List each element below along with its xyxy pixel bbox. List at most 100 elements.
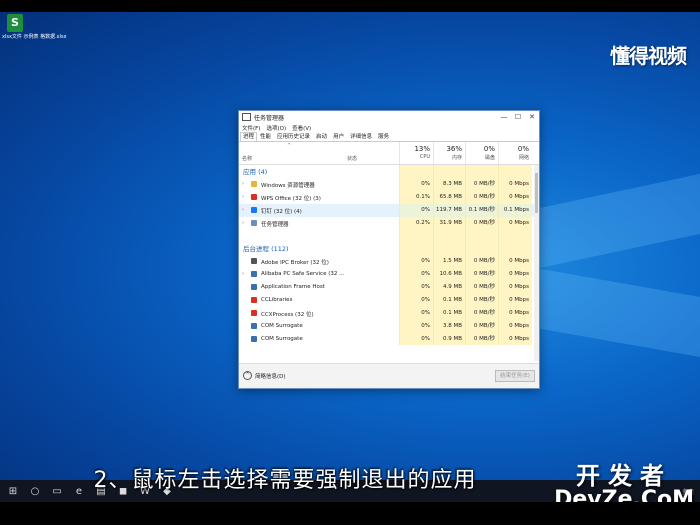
process-disk: 0.1 MB/秒 (465, 203, 498, 217)
process-net: 0 Mbps (498, 190, 532, 204)
maximize-button[interactable]: ☐ (511, 113, 525, 121)
process-mem: 1.5 MB (433, 255, 465, 269)
group-cell-bg (399, 242, 433, 256)
process-row[interactable]: › WPS Office (32 位) (3) 0.1% 65.8 MB 0 MB/秒 0… (239, 190, 539, 204)
process-name: Windows 资源管理器 (261, 182, 315, 189)
process-mem: 31.9 MB (433, 216, 465, 230)
tab-services[interactable]: 服务 (375, 132, 392, 141)
process-cpu: 0.2% (399, 216, 433, 230)
process-cpu: 0% (399, 332, 433, 346)
column-disk[interactable]: 0% 磁盘 (465, 142, 498, 164)
process-disk: 0 MB/秒 (465, 216, 498, 230)
process-list: 应用 (4) › Windows 资源管理器 0% 8.3 MB 0 MB/秒 0 Mbps… (239, 165, 539, 361)
watermark-line1: 开发者 (576, 462, 673, 490)
process-icon (251, 180, 257, 187)
chevron-up-icon: ^ (243, 371, 252, 380)
process-net: 0 Mbps (498, 281, 532, 294)
expand-chevron-icon[interactable]: › (242, 181, 244, 187)
tab-startup[interactable]: 启动 (313, 132, 330, 141)
process-row[interactable]: COM Surrogate 0% 3.8 MB 0 MB/秒 0 Mbps (239, 319, 539, 333)
process-cpu: 0% (399, 319, 433, 333)
column-network[interactable]: 0% 网络 (498, 142, 532, 164)
desktop-file-icon[interactable]: S xlsx文件 示例表 格数据.xlsx (2, 14, 67, 40)
process-name: Adobe IPC Broker (32 位) (261, 260, 329, 267)
cpu-label: CPU (419, 154, 430, 160)
desktop-file-label: xlsx文件 示例表 格数据.xlsx (2, 34, 67, 40)
group-cell-bg (465, 165, 498, 178)
scrollbar-thumb[interactable] (535, 173, 538, 213)
end-task-button[interactable]: 结束任务(E) (495, 370, 535, 382)
process-icon (251, 309, 257, 316)
process-row[interactable]: Adobe IPC Broker (32 位) 0% 1.5 MB 0 MB/秒 0 M… (239, 255, 539, 269)
process-row[interactable]: › 钉钉 (32 位) (4) 0% 119.7 MB 0.1 MB/秒 0.1 Mbps (239, 203, 539, 217)
expand-chevron-icon[interactable]: › (242, 220, 244, 226)
process-cpu: 0% (399, 281, 433, 294)
process-net: 0 Mbps (498, 319, 532, 333)
column-memory[interactable]: 36% 内存 (433, 142, 465, 164)
column-cpu[interactable]: 13% CPU (399, 142, 433, 164)
sort-caret-icon: ^ (287, 143, 292, 149)
process-row[interactable]: › Alibaba PC Safe Service (32 ... 0% 10.6 M… (239, 268, 539, 282)
cpu-total: 13% (414, 145, 430, 153)
brand-logo: 懂得视频 (610, 44, 687, 68)
process-row[interactable]: CCXProcess (32 位) 0% 0.1 MB 0 MB/秒 0 Mbps (239, 306, 539, 320)
fewer-details-button[interactable]: ^ 简略信息(D) (243, 371, 286, 380)
process-disk: 0 MB/秒 (465, 306, 498, 320)
network-label: 网络 (518, 155, 529, 161)
process-icon (251, 335, 257, 342)
process-mem: 4.9 MB (433, 281, 465, 294)
process-row[interactable]: › Windows 资源管理器 0% 8.3 MB 0 MB/秒 0 Mbps (239, 177, 539, 191)
light-beam (530, 173, 700, 271)
disk-label: 磁盘 (484, 155, 495, 161)
expand-chevron-icon[interactable]: › (242, 271, 244, 277)
light-beam (530, 267, 700, 357)
process-name: CCLibraries (261, 296, 293, 303)
process-name: 任务管理器 (261, 221, 289, 228)
spacer-cell (433, 229, 465, 243)
close-button[interactable]: ✕ (525, 113, 539, 121)
process-net: 0 Mbps (498, 255, 532, 269)
tab-app-history[interactable]: 应用历史记录 (274, 132, 313, 141)
process-icon (251, 322, 257, 329)
task-manager-window: 任务管理器 — ☐ ✕ 文件(F) 选项(O) 查看(V) 进程 性能 应用历史… (238, 110, 540, 389)
tab-performance[interactable]: 性能 (257, 132, 274, 141)
process-name: WPS Office (32 位) (3) (261, 195, 321, 202)
group-cell-bg (498, 242, 532, 256)
bottom-bar (0, 502, 700, 525)
process-mem: 0.9 MB (433, 332, 465, 346)
menu-options[interactable]: 选项(O) (266, 124, 286, 132)
tab-users[interactable]: 用户 (330, 132, 347, 141)
process-row[interactable]: COM Surrogate 0% 0.9 MB 0 MB/秒 0 Mbps (239, 332, 539, 346)
scrollbar[interactable] (534, 165, 539, 361)
process-net: 0.1 Mbps (498, 203, 532, 217)
process-name: COM Surrogate (261, 335, 303, 342)
network-total: 0% (517, 145, 529, 153)
process-mem: 10.6 MB (433, 268, 465, 282)
process-net: 0 Mbps (498, 268, 532, 282)
tab-processes[interactable]: 进程 (240, 132, 258, 141)
process-cpu: 0% (399, 293, 433, 307)
process-net: 0 Mbps (498, 332, 532, 346)
process-icon (251, 284, 257, 291)
menu-view[interactable]: 查看(V) (292, 124, 311, 132)
tab-details[interactable]: 详细信息 (347, 132, 375, 141)
spacer-cell (399, 229, 433, 243)
menu-file[interactable]: 文件(F) (242, 124, 260, 132)
column-name[interactable]: 名称 (242, 155, 252, 162)
process-mem: 65.8 MB (433, 190, 465, 204)
expand-chevron-icon[interactable]: › (242, 207, 244, 213)
column-status[interactable]: 状态 (347, 155, 357, 162)
process-cpu: 0% (399, 306, 433, 320)
process-disk: 0 MB/秒 (465, 319, 498, 333)
process-name: Application Frame Host (261, 284, 325, 291)
process-row[interactable]: › 任务管理器 0.2% 31.9 MB 0 MB/秒 0 Mbps (239, 216, 539, 230)
process-row[interactable]: Application Frame Host 0% 4.9 MB 0 MB/秒 0 Mb… (239, 281, 539, 294)
minimize-button[interactable]: — (497, 113, 511, 121)
menu-bar: 文件(F) 选项(O) 查看(V) (239, 123, 539, 132)
process-icon (251, 258, 257, 265)
process-disk: 0 MB/秒 (465, 190, 498, 204)
expand-chevron-icon[interactable]: › (242, 194, 244, 200)
process-name: Alibaba PC Safe Service (32 ... (261, 271, 345, 278)
process-row[interactable]: CCLibraries 0% 0.1 MB 0 MB/秒 0 Mbps (239, 293, 539, 307)
process-disk: 0 MB/秒 (465, 293, 498, 307)
